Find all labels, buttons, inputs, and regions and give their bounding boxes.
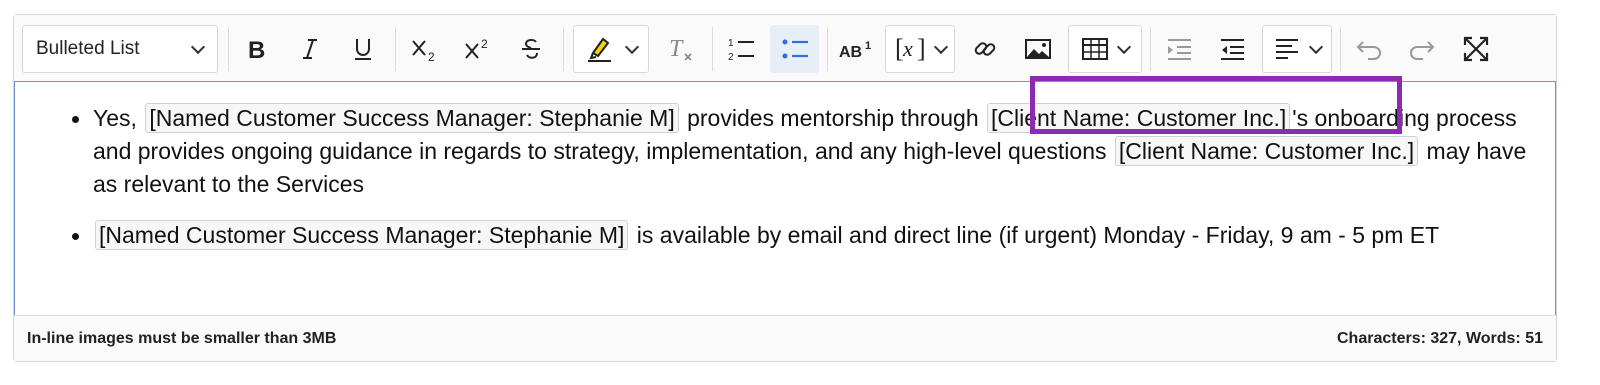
placeholder-client-name[interactable]: [Client Name: Customer Inc.]: [987, 103, 1291, 133]
bulleted-list-button[interactable]: [770, 25, 819, 73]
remove-format-button[interactable]: T: [659, 25, 703, 73]
alignment-dropdown[interactable]: [1262, 25, 1332, 73]
toolbar-separator: [563, 27, 564, 71]
toolbar-separator: [712, 27, 713, 71]
outdent-button[interactable]: [1210, 25, 1254, 73]
strikethrough-button[interactable]: [509, 25, 553, 73]
svg-text:T: T: [669, 36, 684, 62]
fullscreen-button[interactable]: [1454, 25, 1498, 73]
item-text: is available by email and direct line (i…: [636, 222, 1440, 248]
chevron-down-icon: [190, 39, 206, 54]
toolbar-separator: [827, 27, 828, 71]
link-icon: [974, 42, 996, 56]
redo-button[interactable]: [1400, 25, 1444, 73]
chevron-down-icon: [1308, 39, 1324, 54]
block-type-dropdown[interactable]: Bulleted List: [22, 25, 218, 73]
chevron-down-icon: [933, 39, 949, 54]
superscript-button[interactable]: 2: [456, 25, 500, 73]
item-text: provides mentorship through: [687, 105, 979, 131]
list-item[interactable]: [Named Customer Success Manager: Stephan…: [72, 219, 1543, 252]
editor-content[interactable]: Yes, [Named Customer Success Manager: St…: [14, 81, 1556, 317]
highlight-icon: [588, 37, 611, 62]
italic-icon: [303, 39, 317, 59]
undo-icon: [1356, 41, 1381, 60]
toolbar-separator: [1340, 27, 1341, 71]
svg-text:x: x: [902, 36, 913, 61]
outdent-icon: [1221, 39, 1244, 60]
toolbar-separator: [228, 27, 229, 71]
underline-icon: [355, 39, 371, 60]
toolbar-separator: [1150, 27, 1151, 71]
placeholder-csm[interactable]: [Named Customer Success Manager: Stephan…: [145, 103, 679, 133]
indent-icon: [1168, 39, 1191, 60]
svg-text:AB: AB: [839, 44, 862, 61]
remove-format-icon: T: [669, 36, 692, 62]
svg-text:2: 2: [481, 37, 488, 51]
insert-variable-dropdown[interactable]: [x]: [885, 25, 955, 73]
link-button[interactable]: [963, 25, 1007, 73]
subscript-icon: 2: [412, 40, 435, 62]
image-size-note: In-line images must be smaller than 3MB: [27, 329, 337, 347]
insert-table-dropdown[interactable]: [1068, 25, 1142, 73]
word-count: Characters: 327, Words: 51: [1336, 329, 1543, 347]
text-transform-button[interactable]: AB 1: [834, 25, 878, 73]
placeholder-client-name[interactable]: [Client Name: Customer Inc.]: [1114, 136, 1419, 166]
placeholder-csm[interactable]: [Named Customer Success Manager: Stephan…: [95, 220, 629, 250]
insert-variable-icon: [x]: [895, 34, 926, 63]
fullscreen-icon: [1463, 36, 1489, 62]
chevron-down-icon: [1116, 39, 1132, 54]
bulleted-list-icon: [782, 39, 808, 59]
align-icon: [1276, 39, 1298, 59]
strikethrough-icon: [522, 38, 540, 59]
block-type-value: Bulleted List: [36, 38, 140, 59]
subscript-button[interactable]: 2: [403, 25, 447, 73]
svg-text:B: B: [248, 37, 265, 61]
editor-toolbar: Bulleted List B 2 2 T 1 2 AB 1 [x]: [14, 15, 1556, 82]
svg-text:2: 2: [428, 50, 435, 62]
svg-text:1: 1: [728, 38, 734, 49]
bold-button[interactable]: B: [235, 25, 279, 73]
toolbar-separator: [395, 27, 396, 71]
chevron-down-icon: [624, 39, 640, 54]
highlight-dropdown[interactable]: [573, 25, 649, 73]
indent-button[interactable]: [1157, 25, 1201, 73]
table-icon: [1082, 38, 1108, 60]
superscript-icon: 2: [465, 37, 488, 59]
numbered-list-icon: 12: [728, 38, 754, 63]
svg-text:]: ]: [917, 34, 926, 63]
editor-footer: In-line images must be smaller than 3MB …: [14, 315, 1556, 361]
redo-icon: [1410, 41, 1435, 60]
image-icon: [1025, 39, 1051, 59]
text-transform-icon: AB 1: [839, 40, 871, 61]
numbered-list-button[interactable]: 12: [719, 25, 763, 73]
rich-text-editor: Bulleted List B 2 2 T 1 2 AB 1 [x] Yes…: [13, 14, 1557, 362]
item-text: Yes,: [93, 105, 137, 131]
undo-button[interactable]: [1347, 25, 1391, 73]
bold-icon: B: [248, 37, 265, 61]
list-item[interactable]: Yes, [Named Customer Success Manager: St…: [72, 102, 1543, 201]
svg-text:2: 2: [728, 52, 734, 63]
insert-image-button[interactable]: [1016, 25, 1060, 73]
svg-text:1: 1: [865, 40, 871, 52]
italic-button[interactable]: [288, 25, 332, 73]
underline-button[interactable]: [341, 25, 385, 73]
bulleted-list: Yes, [Named Customer Success Manager: St…: [72, 102, 1543, 252]
